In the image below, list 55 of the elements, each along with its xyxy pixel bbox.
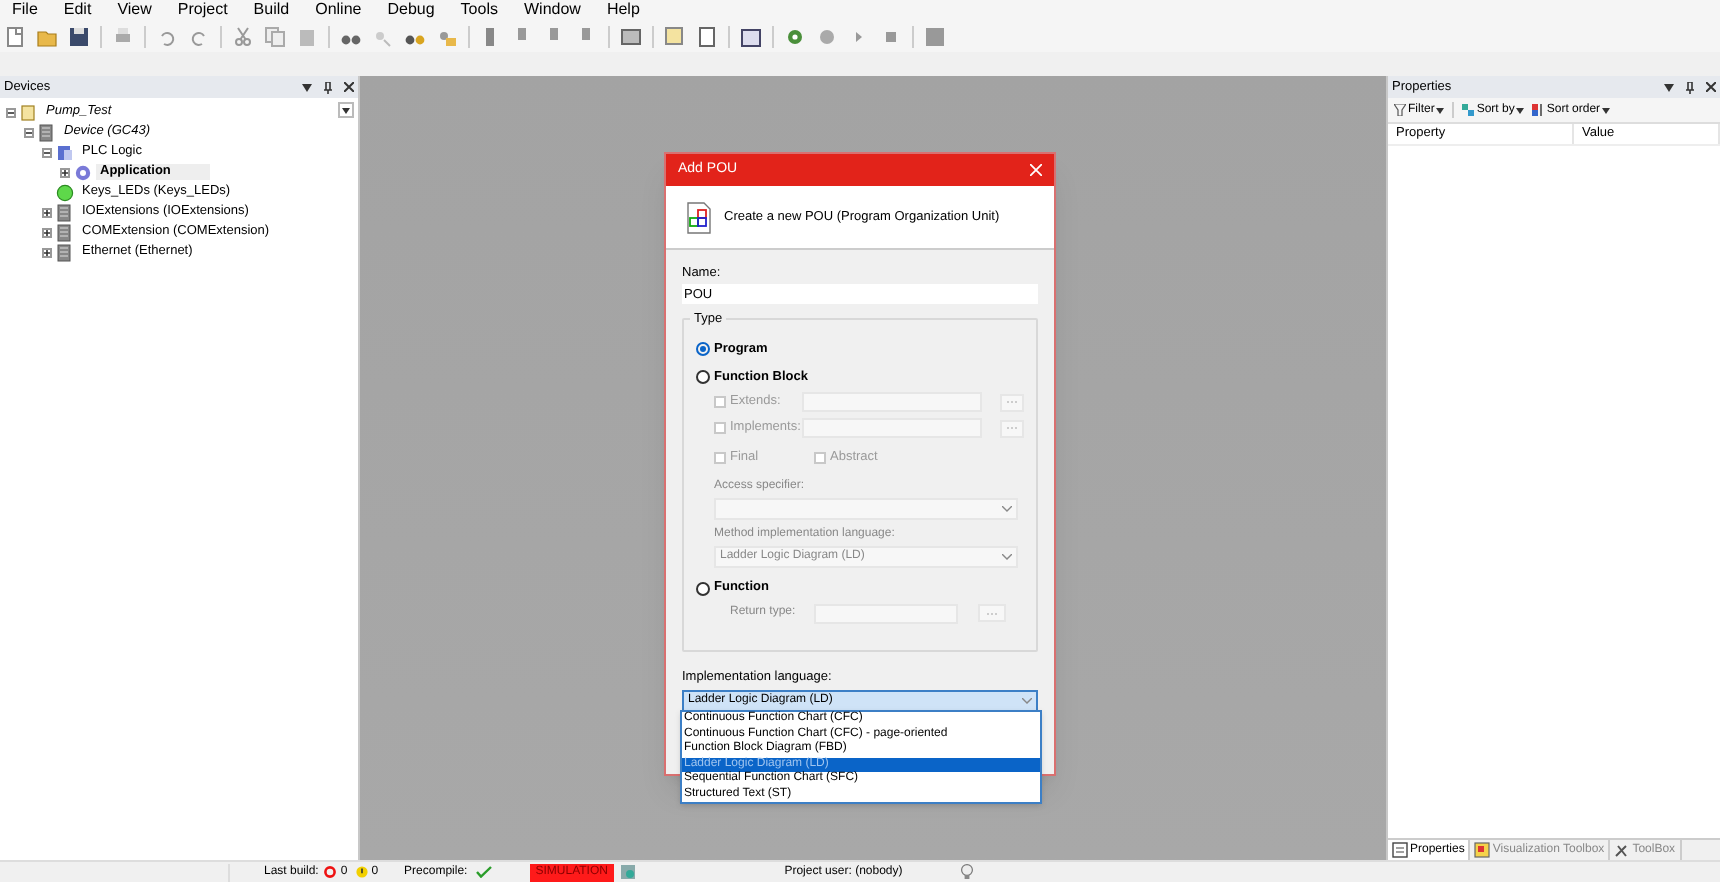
device-icon <box>56 243 74 261</box>
menu-item[interactable]: View <box>117 2 152 18</box>
collapse-toggle[interactable] <box>42 147 52 157</box>
scissors-icon[interactable] <box>232 25 254 47</box>
pin-icon[interactable] <box>324 81 332 93</box>
new-file-icon[interactable] <box>4 25 26 47</box>
window-icon[interactable] <box>620 25 642 47</box>
device-icon <box>56 203 74 221</box>
expand-toggle[interactable] <box>42 207 52 217</box>
panel-icon[interactable] <box>924 25 946 47</box>
caret-icon <box>1436 107 1445 113</box>
caret-icon <box>1602 107 1611 113</box>
sort-order-icon <box>1532 104 1545 116</box>
collapse-toggle[interactable] <box>24 127 34 137</box>
pin-icon[interactable] <box>1686 81 1694 93</box>
page-icon[interactable] <box>696 25 718 47</box>
dropdown-icon[interactable] <box>302 83 312 91</box>
save-icon[interactable] <box>68 25 90 47</box>
folder-icon[interactable] <box>36 25 58 47</box>
expand-toggle[interactable] <box>42 227 52 237</box>
pou-icon <box>684 201 712 233</box>
warning-icon <box>355 866 368 878</box>
led-icon <box>56 183 74 201</box>
caret-icon <box>1516 107 1525 113</box>
print-icon[interactable] <box>112 25 134 47</box>
plc-icon <box>56 143 74 161</box>
collapse-toggle[interactable] <box>6 107 16 117</box>
filter-icon <box>1394 104 1406 116</box>
project-icon <box>20 103 38 121</box>
device-icon <box>38 123 56 141</box>
menu-item[interactable]: Project <box>177 2 228 18</box>
menu-item[interactable]: Help <box>606 2 640 18</box>
expand-toggle[interactable] <box>60 167 70 177</box>
error-icon <box>324 866 337 878</box>
menu-item[interactable]: Build <box>253 2 290 18</box>
close-icon[interactable] <box>344 82 354 92</box>
caret-icon <box>1022 697 1032 704</box>
dropdown-icon[interactable] <box>1664 83 1674 91</box>
menu-item[interactable]: Window <box>523 2 581 18</box>
sort-icon <box>1462 104 1475 116</box>
menu-item[interactable]: File <box>12 2 38 18</box>
menu-item[interactable]: Debug <box>387 2 435 18</box>
caret-icon <box>1002 505 1012 512</box>
copy-icon[interactable] <box>264 25 286 47</box>
caret-icon <box>1002 553 1012 560</box>
dropdown-button[interactable] <box>338 102 354 118</box>
close-icon[interactable] <box>1706 82 1716 92</box>
expand-toggle[interactable] <box>42 247 52 257</box>
menu-item[interactable]: Online <box>315 2 362 18</box>
check-icon <box>475 866 492 878</box>
menu-item[interactable]: Tools <box>460 2 498 18</box>
menu-item[interactable]: Edit <box>63 2 92 18</box>
device-icon <box>56 223 74 241</box>
toolbox-icon <box>1474 842 1491 858</box>
properties-icon <box>1392 842 1408 858</box>
